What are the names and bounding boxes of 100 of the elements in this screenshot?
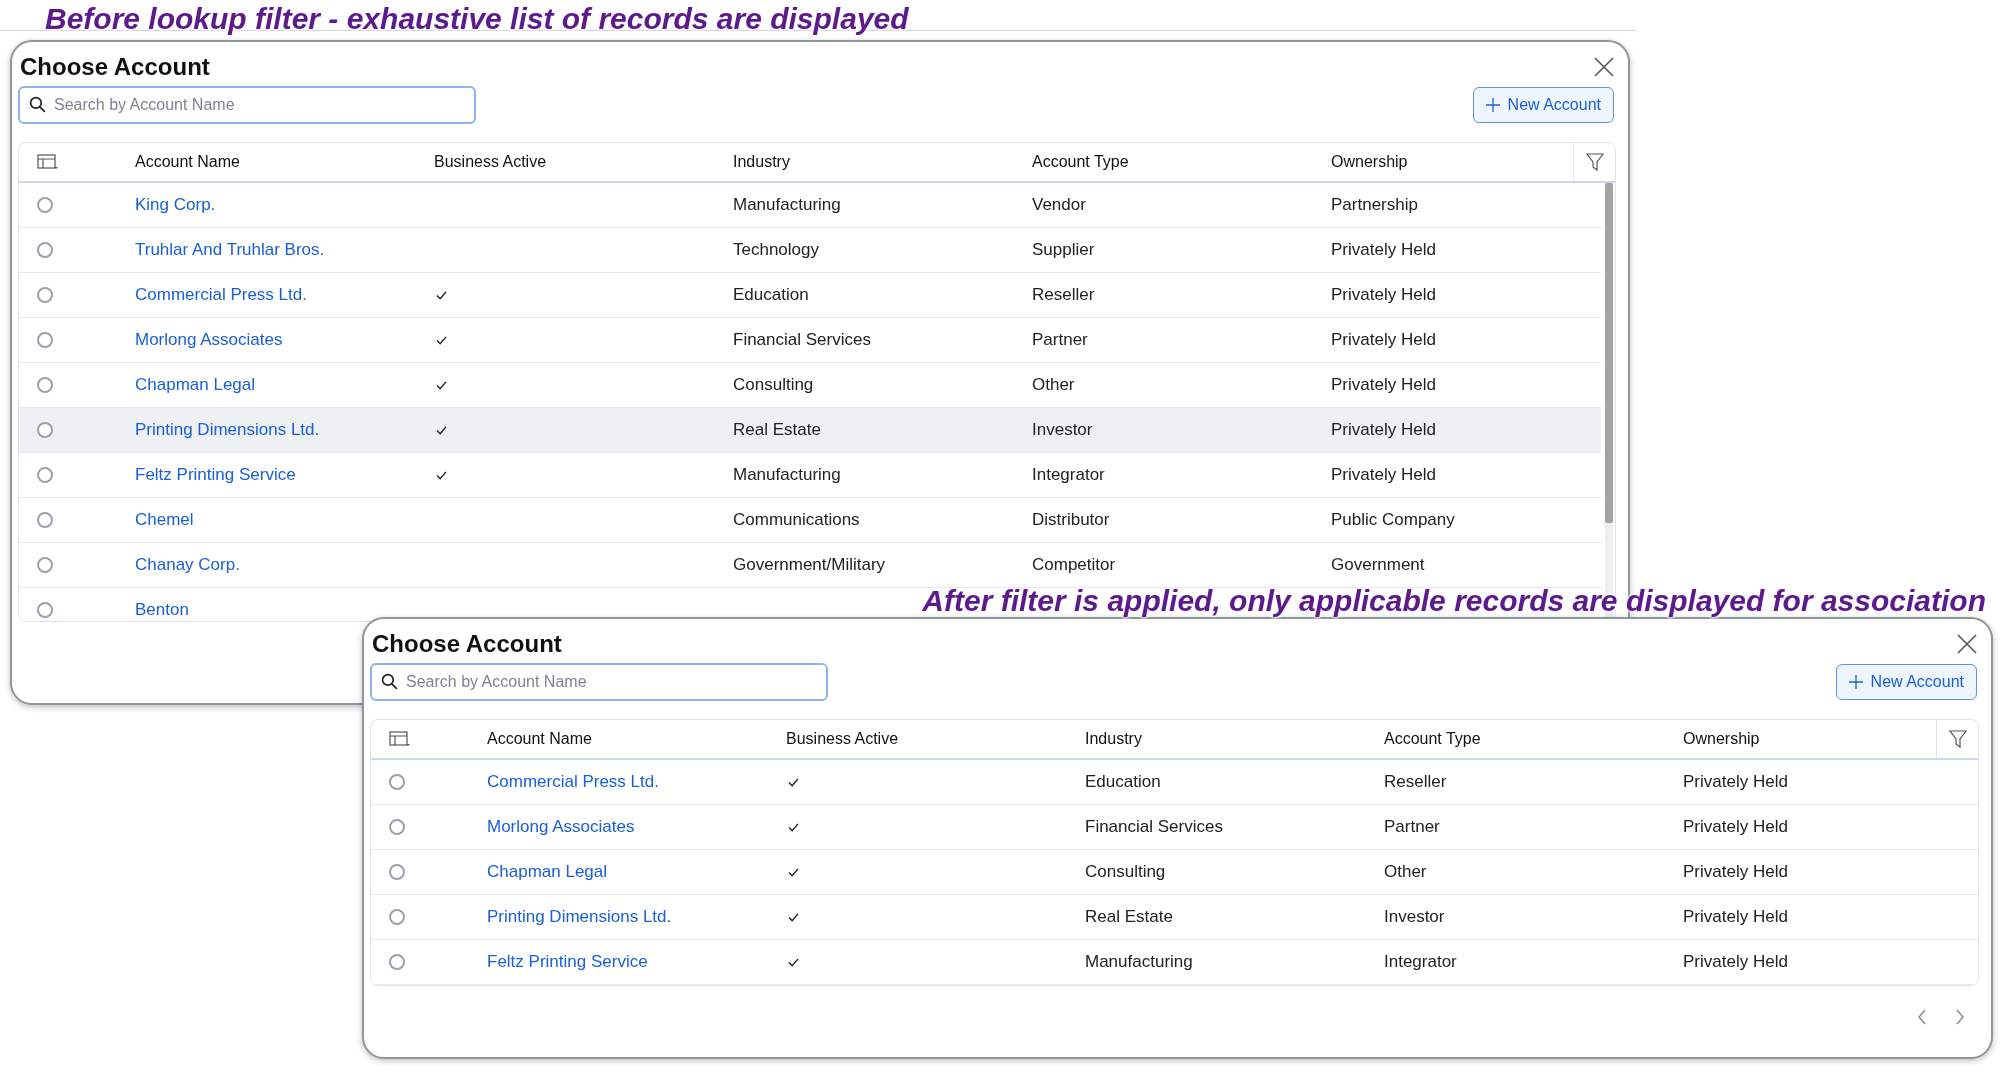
table-cell: Partner (1384, 817, 1440, 837)
table-cell: Partner (1032, 330, 1088, 350)
column-settings-icon[interactable] (389, 731, 411, 747)
account-link[interactable]: Chapman Legal (487, 862, 608, 882)
column-header: Account Type (1384, 729, 1482, 749)
table-cell: Other (1032, 375, 1075, 395)
table-cell: Consulting (733, 375, 814, 395)
search-icon (29, 96, 46, 113)
table-cell: Manufacturing (1085, 952, 1193, 972)
radio-button[interactable] (389, 864, 405, 880)
table-cell: Integrator (1384, 952, 1457, 972)
table-cell: Financial Services (733, 330, 871, 350)
table-cell: Public Company (1331, 510, 1455, 530)
table-cell: Privately Held (1331, 375, 1436, 395)
table-cell: Privately Held (1683, 862, 1788, 882)
table-cell: Consulting (1085, 862, 1166, 882)
table-cell: Investor (1032, 420, 1093, 440)
search-icon (381, 673, 398, 690)
annotation-caption: Before lookup filter - exhaustive list of records are displayed (45, 1, 909, 37)
radio-button[interactable] (37, 422, 53, 438)
radio-button[interactable] (37, 467, 53, 483)
account-link[interactable]: Chemel (135, 510, 194, 530)
table-cell: Privately Held (1683, 952, 1788, 972)
account-link[interactable]: Feltz Printing Service (135, 465, 296, 485)
table-cell: Manufacturing (733, 195, 841, 215)
table-cell: Communications (733, 510, 860, 530)
account-link[interactable]: Truhlar And Truhlar Bros. (135, 240, 325, 260)
table-cell: Manufacturing (733, 465, 841, 485)
plus-icon (1485, 98, 1500, 112)
plus-icon (1848, 675, 1863, 689)
table-cell: Privately Held (1331, 465, 1436, 485)
radio-button[interactable] (37, 602, 53, 618)
table-cell: Privately Held (1331, 420, 1436, 440)
table-cell: Privately Held (1683, 907, 1788, 927)
account-link[interactable]: Printing Dimensions Ltd. (135, 420, 320, 440)
account-link[interactable]: Feltz Printing Service (487, 952, 648, 972)
radio-button[interactable] (389, 954, 405, 970)
table-cell: Privately Held (1683, 817, 1788, 837)
column-header: Industry (733, 152, 791, 172)
table-cell: Privately Held (1683, 772, 1788, 792)
close-icon[interactable] (1955, 632, 1979, 656)
radio-button[interactable] (389, 909, 405, 925)
table-cell: Education (1085, 772, 1161, 792)
table-cell: Competitor (1032, 555, 1116, 575)
annotation-caption: After filter is applied, only applicable records are displayed for association (922, 583, 1986, 619)
search-field[interactable]: Search by Account Name (18, 86, 476, 124)
dialog-title: Choose Account (372, 629, 562, 659)
table-cell: Government (1331, 555, 1425, 575)
column-header: Business Active (786, 729, 900, 749)
table-cell: Reseller (1032, 285, 1095, 305)
table-cell: Real Estate (733, 420, 821, 440)
column-header: Account Name (487, 729, 593, 749)
account-link[interactable]: Commercial Press Ltd. (487, 772, 659, 792)
radio-button[interactable] (37, 242, 53, 258)
account-link[interactable]: Chapman Legal (135, 375, 256, 395)
radio-button[interactable] (389, 774, 405, 790)
column-settings-icon[interactable] (37, 154, 59, 170)
column-header: Account Type (1032, 152, 1130, 172)
close-icon[interactable] (1592, 55, 1616, 79)
table-cell: Investor (1384, 907, 1445, 927)
new-account-button[interactable]: New Account (1835, 664, 1977, 700)
table-cell: Reseller (1384, 772, 1447, 792)
table-cell: Integrator (1032, 465, 1105, 485)
radio-button[interactable] (37, 197, 53, 213)
column-header: Ownership (1683, 729, 1760, 749)
radio-button[interactable] (389, 819, 405, 835)
table-cell: Vendor (1032, 195, 1086, 215)
table-cell: Other (1384, 862, 1427, 882)
table-cell: Partnership (1331, 195, 1418, 215)
table-cell: Privately Held (1331, 330, 1436, 350)
table-cell: Education (733, 285, 809, 305)
account-link[interactable]: Morlong Associates (135, 330, 283, 350)
column-header: Business Active (434, 152, 548, 172)
search-field[interactable]: Search by Account Name (370, 663, 828, 701)
table-cell: Financial Services (1085, 817, 1223, 837)
column-header: Industry (1085, 729, 1143, 749)
account-link[interactable]: Commercial Press Ltd. (135, 285, 307, 305)
radio-button[interactable] (37, 332, 53, 348)
radio-button[interactable] (37, 557, 53, 573)
column-header: Ownership (1331, 152, 1408, 172)
table-cell: Distributor (1032, 510, 1110, 530)
radio-button[interactable] (37, 287, 53, 303)
dialog-title: Choose Account (20, 52, 210, 82)
table-cell: Real Estate (1085, 907, 1173, 927)
account-link[interactable]: Morlong Associates (487, 817, 635, 837)
column-header: Account Name (135, 152, 241, 172)
table-cell: Privately Held (1331, 285, 1436, 305)
scrollbar-thumb[interactable] (1605, 183, 1613, 523)
radio-button[interactable] (37, 512, 53, 528)
account-link[interactable]: Printing Dimensions Ltd. (487, 907, 672, 927)
account-link[interactable]: King Corp. (135, 195, 216, 215)
account-link[interactable]: Benton (135, 600, 189, 620)
new-account-button[interactable]: New Account (1472, 87, 1614, 123)
table-cell: Supplier (1032, 240, 1095, 260)
radio-button[interactable] (37, 377, 53, 393)
account-link[interactable]: Chanay Corp. (135, 555, 240, 575)
previous-page-icon[interactable] (1917, 1008, 1929, 1026)
table-cell: Privately Held (1331, 240, 1436, 260)
table-cell: Government/Military (733, 555, 886, 575)
table-cell: Technology (733, 240, 819, 260)
